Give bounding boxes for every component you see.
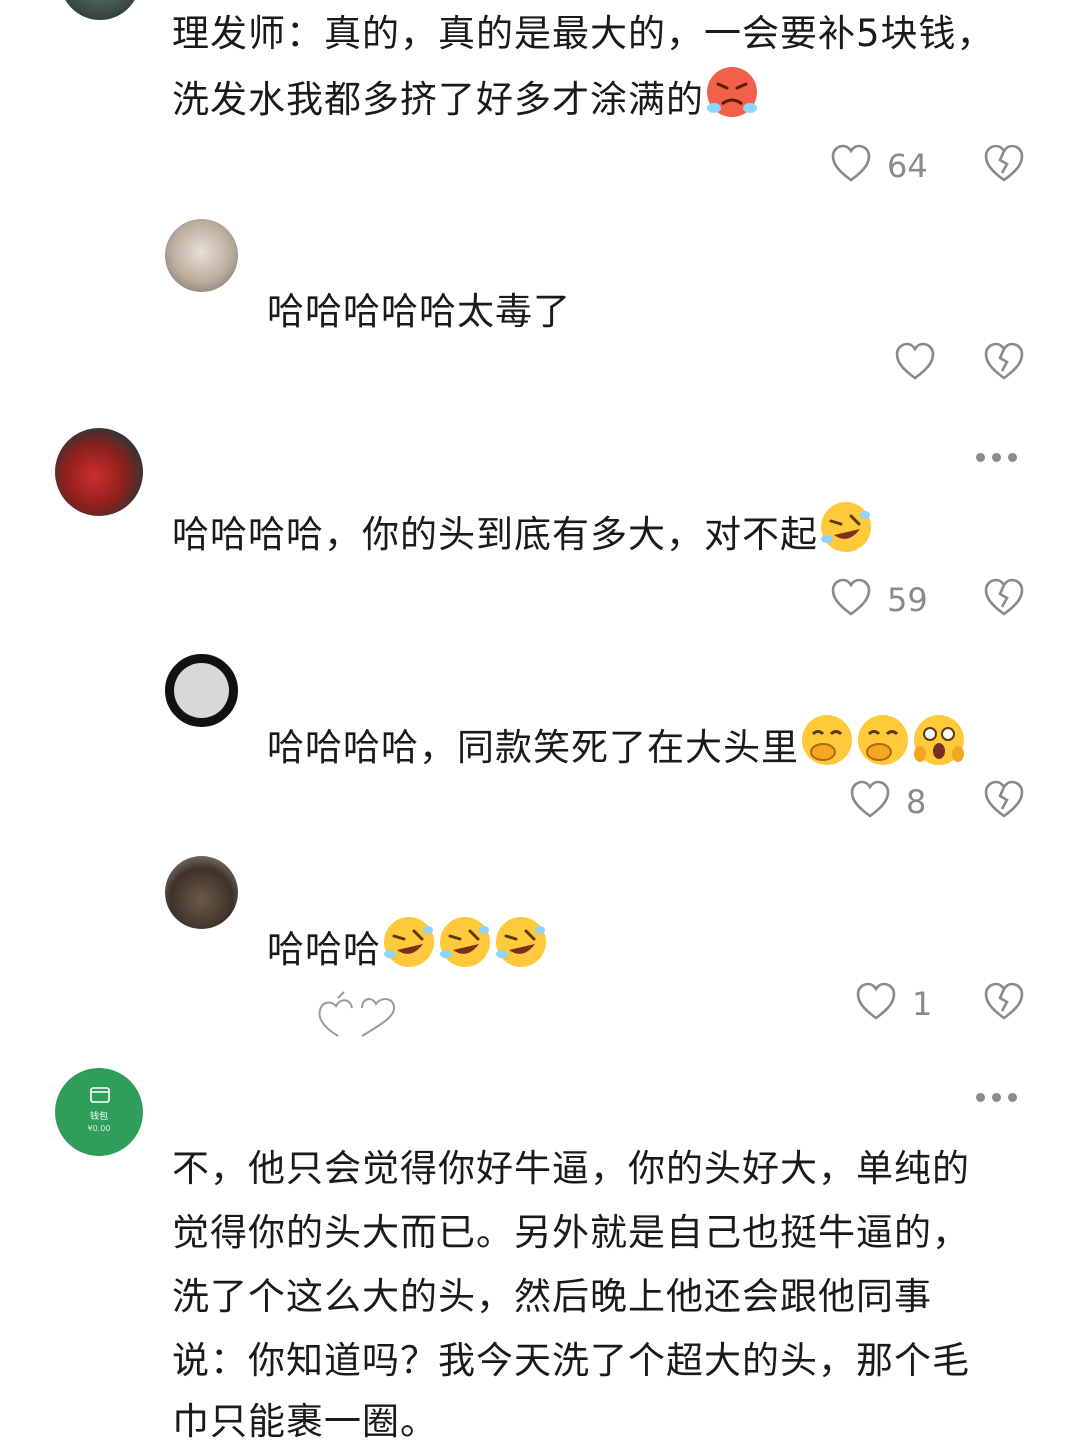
- comment-text: 理发师：真的，真的是最大的，一会要补5块钱，: [172, 12, 995, 55]
- giggle-emoji: [802, 715, 852, 765]
- comment-text: 哈哈哈: [267, 914, 549, 982]
- rofl-emoji: [384, 917, 434, 967]
- heart-sketch-icon: [318, 991, 396, 1037]
- wallet-amount: ¥0.00: [87, 1124, 111, 1133]
- dislike-icon[interactable]: [982, 576, 1026, 620]
- comment-text: 巾只能裹一圈。: [172, 1400, 438, 1443]
- comment-text: 哈哈哈哈，你的头到底有多大，对不起: [172, 499, 874, 567]
- wallet-label: 钱包: [89, 1112, 108, 1122]
- more-options-button[interactable]: [976, 450, 1022, 464]
- dislike-icon[interactable]: [982, 340, 1026, 384]
- wallet-icon: [90, 1087, 110, 1103]
- comment-text: 觉得你的头大而已。另外就是自己也挺牛逼的，: [172, 1211, 970, 1254]
- dislike-icon[interactable]: [982, 778, 1026, 822]
- comment-text: 哈哈哈哈哈太毒了: [267, 290, 571, 333]
- like-count: 1: [912, 985, 933, 1023]
- more-options-button[interactable]: [976, 1090, 1022, 1104]
- comment-text: 不，他只会觉得你好牛逼，你的头好大，单纯的: [172, 1147, 970, 1190]
- comment-text: 哈哈哈哈，同款笑死了在大头里: [267, 712, 967, 780]
- avatar[interactable]: [165, 856, 238, 929]
- like-icon[interactable]: [848, 778, 892, 822]
- dislike-icon[interactable]: [982, 980, 1026, 1024]
- like-count: 64: [887, 147, 928, 185]
- rofl-emoji: [440, 917, 490, 967]
- avatar[interactable]: 钱包 ¥0.00: [55, 1068, 143, 1156]
- avatar[interactable]: [60, 0, 140, 20]
- like-icon[interactable]: [829, 576, 873, 620]
- like-count: 59: [887, 581, 928, 619]
- rofl-emoji: [496, 917, 546, 967]
- comment-text: 说：你知道吗？我今天洗了个超大的头，那个毛: [172, 1339, 970, 1382]
- like-icon[interactable]: [893, 340, 937, 384]
- rofl-emoji: [821, 502, 871, 552]
- comment-text: 洗发水我都多挤了好多才涂满的: [172, 64, 760, 132]
- angry-tears-emoji: [707, 67, 757, 117]
- dislike-icon[interactable]: [982, 142, 1026, 186]
- avatar[interactable]: [55, 428, 143, 516]
- giggle-emoji: [858, 715, 908, 765]
- like-icon[interactable]: [829, 142, 873, 186]
- like-icon[interactable]: [854, 980, 898, 1024]
- avatar[interactable]: [165, 219, 238, 292]
- comment-text: 洗了个这么大的头，然后晚上他还会跟他同事: [172, 1275, 932, 1318]
- like-count: 8: [906, 783, 927, 821]
- avatar[interactable]: [165, 654, 238, 727]
- shocked-emoji: [914, 715, 964, 765]
